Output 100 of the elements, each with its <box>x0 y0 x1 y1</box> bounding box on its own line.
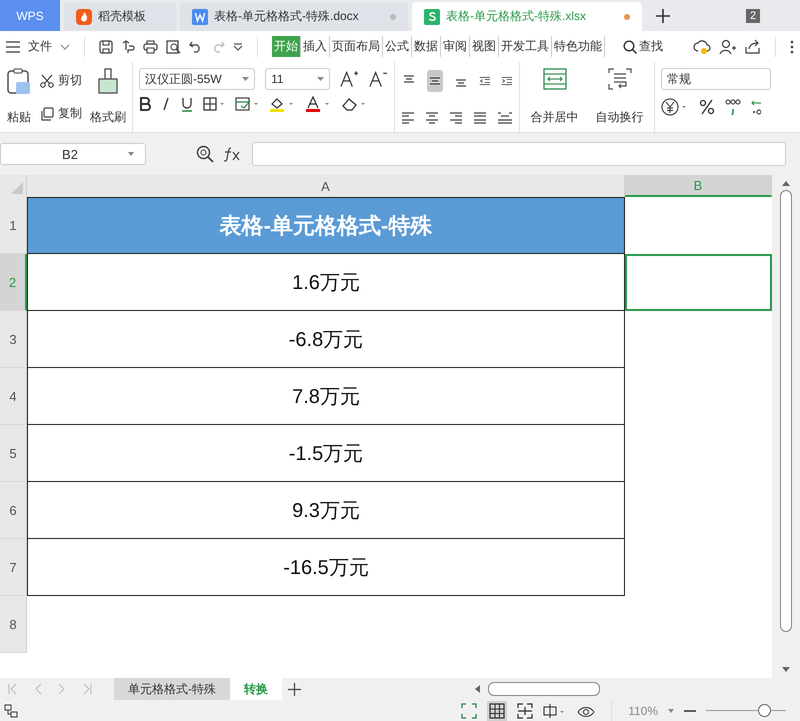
borders-icon[interactable] <box>203 97 225 111</box>
ribbon-tab[interactable]: 页面布局 <box>330 36 383 57</box>
ribbon-tab[interactable]: 数据 <box>412 36 441 57</box>
ribbon-tab[interactable]: 插入 <box>301 36 330 57</box>
document-tab[interactable]: 稻壳模板 <box>64 2 176 31</box>
caret-icon <box>242 77 250 81</box>
document-icon <box>192 8 208 24</box>
justify-icon[interactable] <box>473 112 487 124</box>
row-header[interactable]: 1 <box>0 197 27 254</box>
paint-brush-icon[interactable] <box>97 68 119 96</box>
name-box[interactable]: B2 <box>0 143 146 165</box>
scissors-icon <box>40 74 54 88</box>
menu-icon[interactable] <box>6 40 20 52</box>
row-header[interactable]: 5 <box>0 425 27 482</box>
row-header[interactable]: 8 <box>0 596 27 653</box>
scroll-up-icon[interactable] <box>782 181 790 186</box>
normal-view-button[interactable] <box>487 700 508 720</box>
merge-cells-icon[interactable] <box>542 68 566 90</box>
font-color-icon[interactable] <box>305 96 331 112</box>
currency-icon[interactable] <box>661 98 689 116</box>
sheet-tab[interactable]: 单元格格式-特殊 <box>114 678 230 700</box>
scrollbar-thumb[interactable] <box>488 682 600 696</box>
decimal-icon[interactable] <box>751 98 761 116</box>
row-header[interactable]: 3 <box>0 311 27 368</box>
align-button[interactable] <box>427 70 444 92</box>
sheet-tab[interactable]: 转换 <box>230 678 282 700</box>
paste-button[interactable]: 粘贴 <box>7 109 31 126</box>
save-icon[interactable] <box>99 40 113 54</box>
slider-thumb[interactable] <box>758 704 771 717</box>
ribbon-tab[interactable]: 公式 <box>383 36 412 57</box>
zoom-icon[interactable] <box>196 145 214 163</box>
caret-icon[interactable] <box>668 708 674 712</box>
page-break-icon[interactable] <box>517 702 534 718</box>
column-header[interactable]: A <box>27 175 625 197</box>
file-menu[interactable]: 文件 <box>28 38 52 55</box>
row-header[interactable]: 6 <box>0 482 27 539</box>
caret-icon <box>317 77 324 81</box>
document-tab[interactable]: 表格-单元格格式-特殊.xlsx <box>412 2 642 31</box>
window-count-badge[interactable]: 2 <box>746 9 760 23</box>
export-icon[interactable] <box>121 40 135 54</box>
function-icon[interactable] <box>224 146 242 162</box>
row-header[interactable]: 7 <box>0 539 27 596</box>
table-cell: 表格-单元格格式-特殊 <box>27 197 625 254</box>
print-icon[interactable] <box>143 40 158 54</box>
document-tab[interactable]: 表格-单元格格式-特殊.docx <box>180 2 408 31</box>
table-cell: 7.8万元 <box>27 368 625 425</box>
scroll-down-icon[interactable] <box>782 667 790 672</box>
table-cell: -1.5万元 <box>27 425 625 482</box>
grid-icon <box>489 702 506 718</box>
table-cell: -16.5万元 <box>27 539 625 596</box>
format-painter-button[interactable]: 格式刷 <box>90 109 126 126</box>
row-header[interactable]: 4 <box>0 368 27 425</box>
add-user-icon[interactable] <box>719 38 737 54</box>
add-tab-icon[interactable] <box>656 9 670 23</box>
wrap-text-icon[interactable] <box>608 68 632 90</box>
thousands-separator-icon[interactable] <box>725 98 741 116</box>
table-cell: 9.3万元 <box>27 482 625 539</box>
align-left-icon[interactable] <box>401 112 415 124</box>
macro-icon[interactable] <box>4 704 18 718</box>
align-center-icon[interactable] <box>425 112 439 124</box>
decrease-indent-icon[interactable] <box>479 75 492 87</box>
font-size-dropdown[interactable]: 11 <box>265 68 330 90</box>
more-icon[interactable] <box>790 40 794 54</box>
number-format-dropdown[interactable]: 常规 <box>661 68 771 90</box>
share-icon[interactable] <box>745 39 761 54</box>
percent-icon[interactable] <box>699 99 715 115</box>
flame-icon <box>76 8 92 24</box>
wrap-text-button[interactable]: 自动换行 <box>596 109 644 126</box>
decrease-font-icon[interactable] <box>369 70 388 88</box>
font-dropdown[interactable]: 汉仪正圆-55W <box>139 68 256 90</box>
fullscreen-icon[interactable] <box>461 702 478 718</box>
italic-icon[interactable] <box>161 97 171 111</box>
eraser-icon[interactable] <box>341 96 367 112</box>
align-lines-icon <box>428 75 442 87</box>
ribbon-tab[interactable]: 视图 <box>470 36 499 57</box>
fill-color-icon[interactable] <box>269 96 295 112</box>
clipboard-icon[interactable] <box>6 68 32 96</box>
add-sheet-icon[interactable] <box>288 682 301 696</box>
print-preview-icon[interactable] <box>166 40 181 54</box>
scrollbar-thumb[interactable] <box>780 190 792 632</box>
increase-indent-icon[interactable] <box>501 75 513 87</box>
underline-icon[interactable] <box>181 96 193 112</box>
merge-center-button[interactable]: 合并居中 <box>530 109 578 126</box>
distributed-icon[interactable] <box>497 112 513 124</box>
copy-button[interactable]: 复制 <box>40 105 82 122</box>
cut-button[interactable]: 剪切 <box>40 72 82 89</box>
bold-icon[interactable] <box>139 97 151 111</box>
cell-style-icon[interactable] <box>235 97 259 111</box>
cloud-icon[interactable] <box>693 38 711 54</box>
chevron-down-icon[interactable] <box>233 42 243 50</box>
ribbon-tab[interactable]: 审阅 <box>441 36 470 57</box>
ribbon-tab[interactable]: 特色功能 <box>552 36 605 57</box>
ribbon-tab[interactable]: 开发工具 <box>499 36 552 57</box>
active-cell[interactable] <box>625 254 772 311</box>
formula-input[interactable] <box>252 142 786 166</box>
scroll-left-icon[interactable] <box>475 685 480 693</box>
increase-font-icon[interactable] <box>340 70 360 88</box>
align-right-icon[interactable] <box>449 112 463 124</box>
search-button[interactable]: 查找 <box>623 38 663 55</box>
table-cell: -6.8万元 <box>27 311 625 368</box>
